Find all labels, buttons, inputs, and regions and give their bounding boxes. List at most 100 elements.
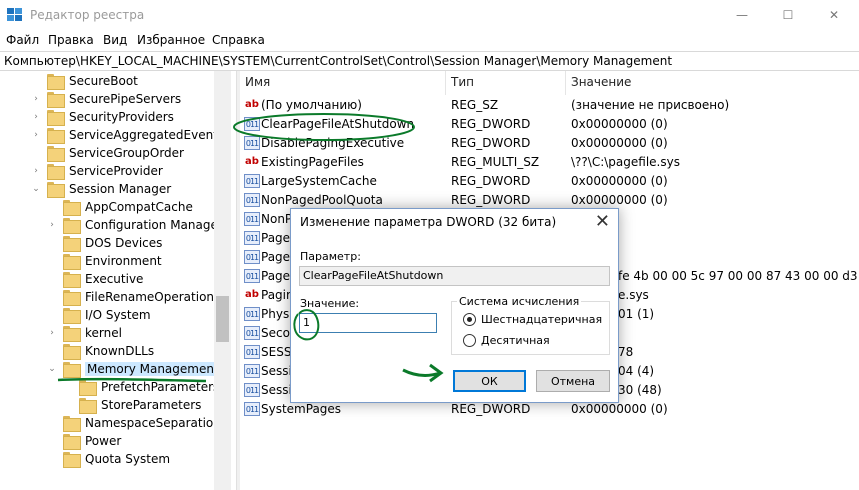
expand-arrow-icon[interactable]: ›	[31, 130, 41, 140]
tree-item-kernel[interactable]: › kernel	[47, 324, 122, 342]
tree-item-power[interactable]: Power	[47, 432, 121, 450]
radio-dec[interactable]: Десятичная	[463, 334, 550, 347]
address-bar[interactable]: Компьютер\HKEY_LOCAL_MACHINE\SYSTEM\Curr…	[0, 51, 859, 71]
value-label: Значение:	[300, 297, 360, 310]
column-header-type[interactable]: Тип	[451, 75, 474, 89]
binary-value-icon: 011	[244, 250, 260, 264]
collapse-arrow-icon[interactable]: ⌄	[31, 184, 41, 194]
tree-item-quota-system[interactable]: Quota System	[47, 450, 170, 468]
menu-view[interactable]: Вид	[103, 33, 127, 47]
value-row[interactable]: 011 LargeSystemCache REG_DWORD 0x00000000 (…	[240, 172, 859, 191]
folder-icon	[47, 74, 65, 90]
folder-open-icon	[63, 362, 81, 378]
tree-item-environment[interactable]: Environment	[47, 252, 162, 270]
tree-item-prefetchparameters[interactable]: PrefetchParameters	[63, 378, 219, 396]
value-row[interactable]: ab ExistingPageFiles REG_MULTI_SZ \??\C:\pa…	[240, 153, 859, 172]
folder-icon	[63, 218, 81, 234]
tree-item-serviceprovider[interactable]: › ServiceProvider	[31, 162, 163, 180]
folder-icon	[47, 146, 65, 162]
binary-value-icon: 011	[244, 402, 260, 416]
folder-icon	[47, 128, 65, 144]
maximize-icon: ☐	[782, 8, 794, 22]
binary-value-icon: 011	[244, 364, 260, 378]
menu-edit[interactable]: Правка	[48, 33, 94, 47]
folder-icon	[63, 452, 81, 468]
tree-item-filerenameoperations[interactable]: FileRenameOperations	[47, 288, 220, 306]
value-input[interactable]: 1	[299, 313, 437, 333]
value-row-clearpagefileatshutdown[interactable]: 011 ClearPageFileAtShutdown REG_DWORD 0x000…	[240, 115, 859, 134]
tree-item-executive[interactable]: Executive	[47, 270, 143, 288]
ok-button[interactable]: ОК	[453, 370, 526, 392]
tree-item-securepipeservers[interactable]: › SecurePipeServers	[31, 90, 181, 108]
dialog-title: Изменение параметра DWORD (32 бита)	[300, 215, 557, 229]
cancel-button[interactable]: Отмена	[536, 370, 610, 392]
close-icon: ✕	[828, 8, 840, 22]
folder-icon	[47, 182, 65, 198]
tree-item-memory-management[interactable]: ⌄ Memory Management	[47, 360, 221, 378]
string-value-icon: ab	[245, 289, 259, 300]
tree-item-appcompatcache[interactable]: AppCompatCache	[47, 198, 193, 216]
binary-value-icon: 011	[244, 193, 260, 207]
folder-icon	[79, 380, 97, 396]
window-title: Редактор реестра	[30, 8, 145, 22]
menu-bar: Файл Правка Вид Избранное Справка	[0, 30, 859, 50]
base-label: Система исчисления	[457, 295, 582, 308]
tree-item-configuration-manager[interactable]: › Configuration Manager	[47, 216, 223, 234]
folder-icon	[63, 254, 81, 270]
title-bar: Редактор реестра — ☐ ✕	[0, 0, 859, 30]
binary-value-icon: 011	[244, 117, 260, 131]
folder-icon	[79, 398, 97, 414]
tree-scrollbar-thumb[interactable]	[216, 296, 229, 342]
binary-value-icon: 011	[244, 212, 260, 226]
tree-item-knowndlls[interactable]: KnownDLLs	[47, 342, 154, 360]
radio-empty-icon	[463, 334, 476, 347]
binary-value-icon: 011	[244, 269, 260, 283]
binary-value-icon: 011	[244, 345, 260, 359]
tree-item-session-manager[interactable]: ⌄ Session Manager	[31, 180, 171, 198]
column-header-name[interactable]: Имя	[245, 75, 270, 89]
string-value-icon: ab	[245, 156, 259, 167]
dialog-close-icon[interactable]: ✕	[595, 211, 610, 232]
string-value-icon: ab	[245, 99, 259, 110]
regedit-app-icon	[7, 8, 22, 21]
menu-file[interactable]: Файл	[6, 33, 39, 47]
expand-arrow-icon[interactable]: ›	[31, 94, 41, 104]
folder-icon	[63, 272, 81, 288]
minimize-button[interactable]: —	[719, 0, 765, 30]
value-row[interactable]: ab (По умолчанию) REG_SZ (значение не присв…	[240, 96, 859, 115]
menu-favorites[interactable]: Избранное	[137, 33, 205, 47]
binary-value-icon: 011	[244, 136, 260, 150]
tree-item-serviceaggregatedevents[interactable]: › ServiceAggregatedEvents	[31, 126, 224, 144]
column-header-data[interactable]: Значение	[571, 75, 631, 89]
value-row[interactable]: 011 DisablePagingExecutive REG_DWORD 0x0000…	[240, 134, 859, 153]
folder-icon	[47, 164, 65, 180]
maximize-button[interactable]: ☐	[765, 0, 811, 30]
collapse-arrow-icon[interactable]: ⌄	[47, 364, 57, 374]
radio-selected-icon	[463, 313, 476, 326]
column-divider[interactable]	[445, 71, 446, 95]
tree-item-io-system[interactable]: I/O System	[47, 306, 151, 324]
tree-item-securityproviders[interactable]: › SecurityProviders	[31, 108, 174, 126]
expand-arrow-icon[interactable]: ›	[31, 112, 41, 122]
folder-icon	[63, 416, 81, 432]
binary-value-icon: 011	[244, 326, 260, 340]
param-name-field: ClearPageFileAtShutdown	[299, 266, 610, 286]
tree-scrollbar[interactable]	[214, 71, 231, 490]
folder-icon	[47, 92, 65, 108]
radio-hex[interactable]: Шестнадцатеричная	[463, 313, 602, 326]
expand-arrow-icon[interactable]: ›	[47, 220, 57, 230]
expand-arrow-icon[interactable]: ›	[31, 166, 41, 176]
expand-arrow-icon[interactable]: ›	[47, 328, 57, 338]
tree-item-dos-devices[interactable]: DOS Devices	[47, 234, 162, 252]
tree-item-servicegrouporder[interactable]: ServiceGroupOrder	[31, 144, 184, 162]
tree-item-namespaceseparation[interactable]: NamespaceSeparation	[47, 414, 221, 432]
close-button[interactable]: ✕	[811, 0, 857, 30]
menu-help[interactable]: Справка	[212, 33, 265, 47]
binary-value-icon: 011	[244, 174, 260, 188]
folder-icon	[63, 344, 81, 360]
binary-value-icon: 011	[244, 383, 260, 397]
tree-item-secureboot[interactable]: SecureBoot	[31, 72, 138, 90]
tree-item-storeparameters[interactable]: StoreParameters	[63, 396, 201, 414]
folder-icon	[63, 326, 81, 342]
column-divider[interactable]	[565, 71, 566, 95]
